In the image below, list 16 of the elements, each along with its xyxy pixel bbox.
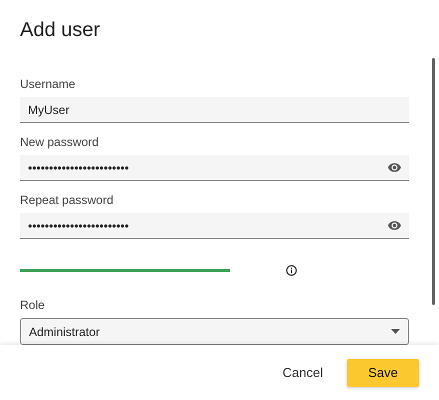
dialog-title: Add user [20,18,102,43]
field-label: Role [20,298,46,313]
info-icon[interactable] [286,265,297,276]
role-dropdown[interactable]: Administrator [20,318,409,345]
scrollbar[interactable] [432,58,435,305]
save-button[interactable]: Save [347,358,419,386]
eye-icon[interactable] [388,163,401,172]
caret-icon [391,329,400,334]
password-field[interactable]: •••••••••••••••••••••••• [20,155,409,181]
field-label: New password [20,135,100,150]
password-field[interactable]: •••••••••••••••••••••••• [20,213,409,239]
input-field[interactable]: MyUser [20,97,409,123]
field-label: Username [20,77,76,92]
eye-icon[interactable] [388,221,401,230]
field-label: Repeat password [20,193,114,208]
cancel-button[interactable]: Cancel [280,359,325,386]
